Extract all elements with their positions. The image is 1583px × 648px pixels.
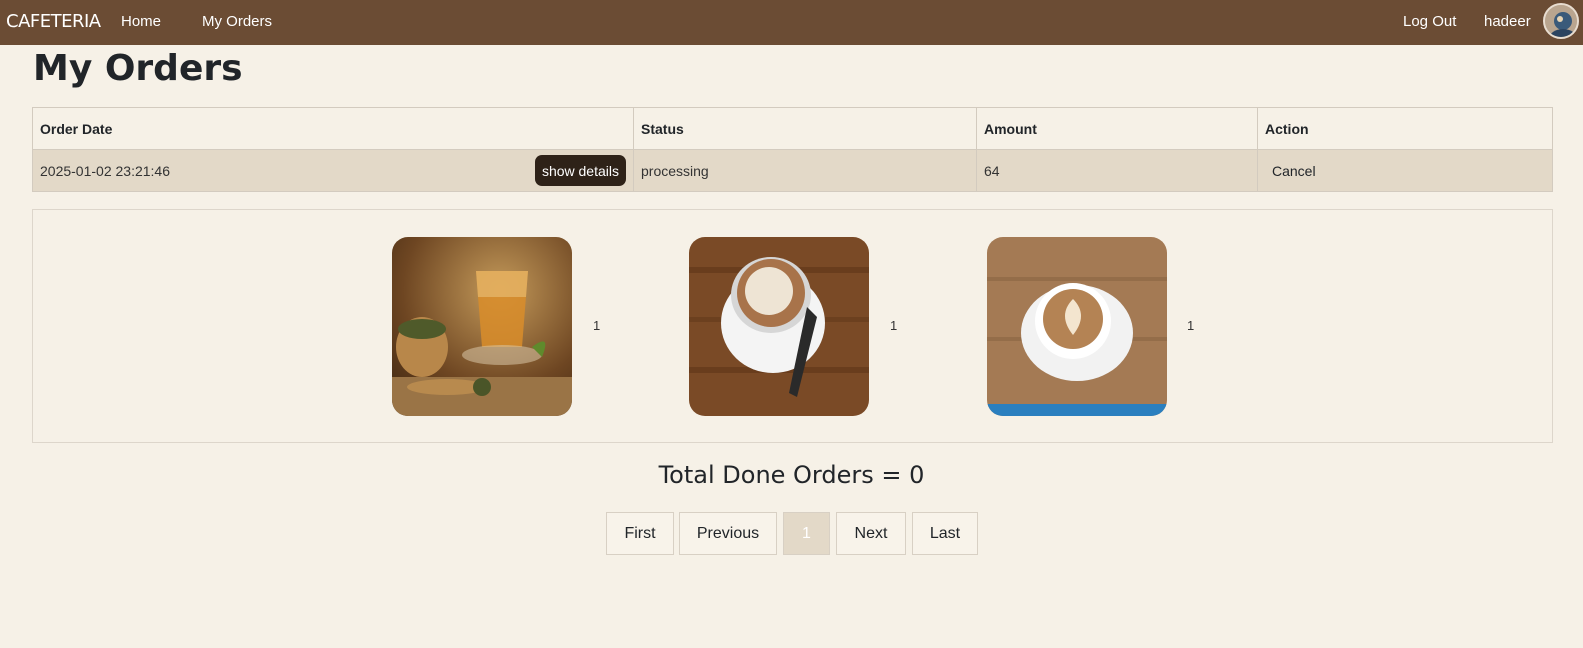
nav-my-orders-link[interactable]: My Orders — [202, 13, 272, 30]
nav-home-link[interactable]: Home — [121, 13, 161, 30]
order-amount: 64 — [976, 149, 1258, 192]
brand-logo[interactable]: CAFETERIA — [6, 11, 101, 32]
logout-link[interactable]: Log Out — [1403, 13, 1456, 30]
header-amount: Amount — [976, 107, 1258, 150]
page-title: My Orders — [33, 48, 243, 89]
pagination-next-button[interactable]: Next — [836, 512, 906, 555]
pagination-first-button[interactable]: First — [606, 512, 674, 555]
order-item-image-tea — [392, 237, 572, 416]
order-details-panel: 1 1 1 — [32, 209, 1553, 443]
order-item-image-latte — [987, 237, 1167, 416]
header-action: Action — [1257, 107, 1553, 150]
item-quantity: 1 — [593, 318, 601, 333]
table-row: 2025-01-02 23:21:46 show details process… — [32, 149, 1553, 192]
username-label: hadeer — [1484, 13, 1531, 30]
cancel-button[interactable]: Cancel — [1265, 163, 1316, 179]
header-order-date: Order Date — [32, 107, 634, 150]
item-quantity: 1 — [1187, 318, 1195, 333]
item-quantity: 1 — [890, 318, 898, 333]
navbar: CAFETERIA Home My Orders Log Out hadeer — [0, 0, 1583, 45]
avatar[interactable] — [1543, 3, 1579, 39]
order-status: processing — [633, 149, 977, 192]
order-date: 2025-01-02 23:21:46 — [40, 162, 170, 179]
order-item-image-cappuccino — [689, 237, 869, 416]
table-header-row: Order Date Status Amount Action — [32, 107, 1553, 150]
pagination-current-page[interactable]: 1 — [783, 512, 830, 555]
user-avatar-icon — [1545, 5, 1577, 37]
show-details-button[interactable]: show details — [534, 155, 626, 186]
action-cell: Cancel — [1257, 149, 1553, 192]
order-date-cell: 2025-01-02 23:21:46 show details — [32, 149, 634, 192]
total-done-orders: Total Done Orders = 0 — [658, 461, 925, 489]
pagination-previous-button[interactable]: Previous — [679, 512, 777, 555]
orders-table: Order Date Status Amount Action 2025-01-… — [32, 107, 1553, 192]
header-status: Status — [633, 107, 977, 150]
pagination-last-button[interactable]: Last — [912, 512, 978, 555]
